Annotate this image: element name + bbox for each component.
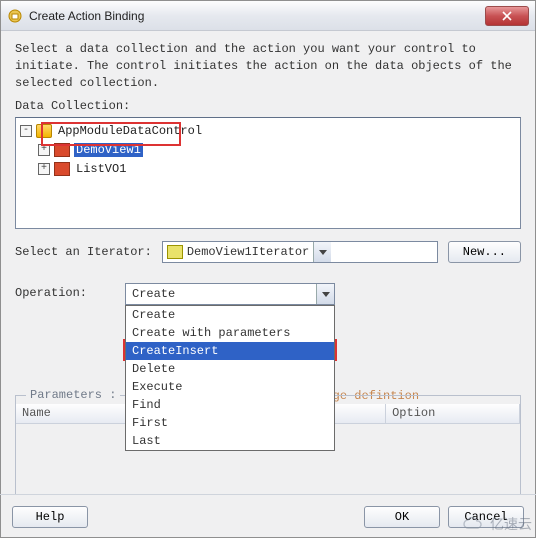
operation-select[interactable]: Create Create Create with parameters Cre… (125, 283, 335, 305)
dialog-create-action-binding: Create Action Binding Select a data coll… (0, 0, 536, 538)
iterator-label: Select an Iterator: (15, 245, 152, 259)
operation-option[interactable]: Last (126, 432, 334, 450)
dialog-title: Create Action Binding (29, 9, 485, 23)
view-icon (54, 162, 70, 176)
operation-option[interactable]: Create (126, 306, 334, 324)
watermark-text: 亿速云 (490, 514, 532, 534)
tree-node-label: DemoView1 (74, 143, 143, 157)
expander-icon[interactable]: + (38, 163, 50, 175)
tree-node-label: AppModuleDataControl (56, 124, 204, 138)
data-collection-tree[interactable]: - AppModuleDataControl + DemoView1 + Lis… (15, 117, 521, 229)
chevron-down-icon[interactable] (313, 242, 331, 262)
operation-select-head[interactable]: Create (125, 283, 335, 305)
titlebar[interactable]: Create Action Binding (1, 1, 535, 31)
tree-node-demoview1[interactable]: + DemoView1 (20, 141, 516, 159)
tree-node-root[interactable]: - AppModuleDataControl (20, 122, 516, 140)
parameters-label: Parameters : (26, 388, 120, 402)
data-collection-label: Data Collection: (15, 99, 521, 113)
operation-option[interactable]: Create with parameters (126, 324, 334, 342)
operation-option[interactable]: Delete (126, 360, 334, 378)
help-button[interactable]: Help (12, 506, 88, 528)
expander-icon[interactable]: + (38, 144, 50, 156)
expander-icon[interactable]: - (20, 125, 32, 137)
datasource-icon (36, 124, 52, 138)
operation-option[interactable]: Execute (126, 378, 334, 396)
tree-node-listvo1[interactable]: + ListVO1 (20, 160, 516, 178)
new-iterator-button[interactable]: New... (448, 241, 521, 263)
iterator-icon (167, 245, 183, 259)
table-header-option[interactable]: Option (386, 404, 520, 423)
cloud-icon (462, 516, 486, 532)
dialog-footer: Help OK Cancel (0, 494, 536, 538)
close-icon (502, 11, 512, 21)
operation-label: Operation: (15, 283, 115, 300)
ok-button[interactable]: OK (364, 506, 440, 528)
tree-node-label: ListVO1 (74, 162, 128, 176)
dialog-content: Select a data collection and the action … (1, 31, 535, 505)
operation-option[interactable]: CreateInsert (126, 342, 334, 360)
view-icon (54, 143, 70, 157)
operation-selected-value: Create (132, 287, 175, 301)
operation-row: Operation: Create Create Create with par… (15, 283, 521, 305)
watermark: 亿速云 (462, 514, 532, 534)
operation-option[interactable]: First (126, 414, 334, 432)
iterator-value: DemoView1Iterator (187, 245, 309, 259)
iterator-row: Select an Iterator: DemoView1Iterator Ne… (15, 241, 521, 263)
operation-option[interactable]: Find (126, 396, 334, 414)
app-icon (7, 8, 23, 24)
operation-dropdown-list[interactable]: Create Create with parameters CreateInse… (125, 305, 335, 451)
description-text: Select a data collection and the action … (15, 41, 521, 91)
close-button[interactable] (485, 6, 529, 26)
iterator-select[interactable]: DemoView1Iterator (162, 241, 438, 263)
chevron-down-icon[interactable] (316, 284, 334, 304)
